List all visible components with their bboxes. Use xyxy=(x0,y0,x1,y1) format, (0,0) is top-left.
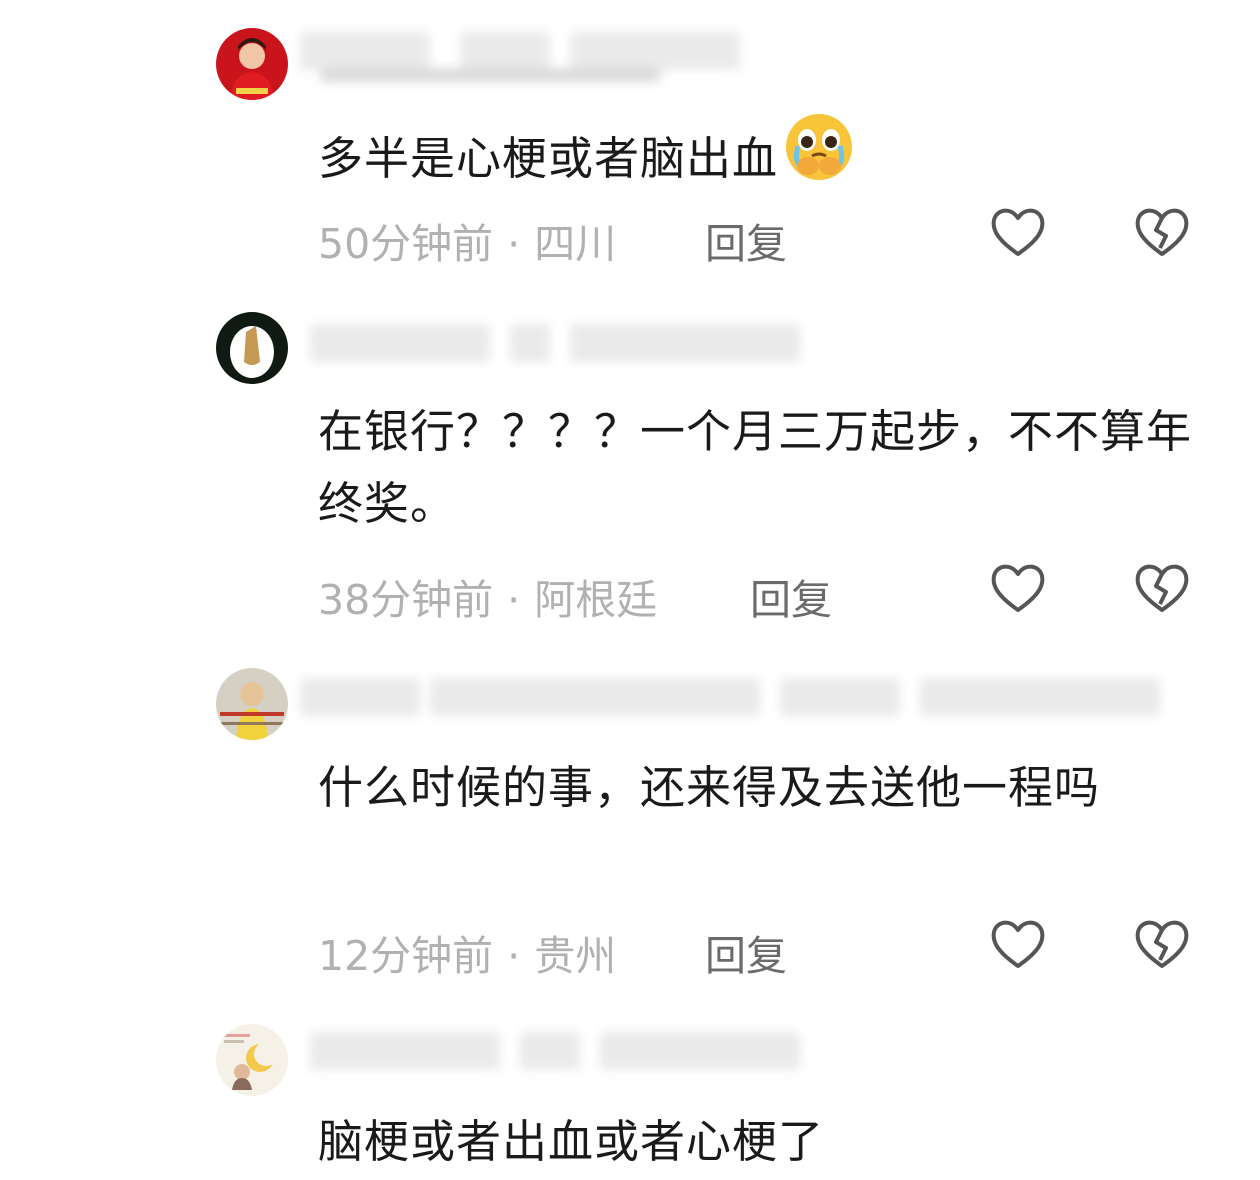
heart-outline-icon[interactable] xyxy=(988,202,1048,262)
heart-outline-icon[interactable] xyxy=(988,558,1048,618)
comment-meta: 50分钟前 · 四川 xyxy=(318,210,616,270)
comment-time: 50分钟前 xyxy=(318,220,494,268)
comment-text: 多半是心梗或者脑出血 xyxy=(318,110,1198,205)
heart-outline-icon[interactable] xyxy=(988,914,1048,974)
crying-face-emoji-icon xyxy=(782,110,856,205)
username-blurred[interactable] xyxy=(300,670,1170,730)
username-blurred[interactable] xyxy=(300,24,860,84)
avatar[interactable] xyxy=(216,28,288,100)
avatar[interactable] xyxy=(216,668,288,740)
comment-time: 12分钟前 xyxy=(318,932,494,980)
separator-dot: · xyxy=(507,220,521,268)
reply-button[interactable]: 回复 xyxy=(705,210,787,270)
comment-location: 贵州 xyxy=(534,932,617,980)
comment-meta: 12分钟前 · 贵州 xyxy=(318,922,616,982)
separator-dot: · xyxy=(507,576,521,624)
comment-text: 什么时候的事，还来得及去送他一程吗 xyxy=(318,761,1101,814)
comment-text: 在银行？？？？一个月三万起步，不不算年终奖。 xyxy=(318,405,1193,530)
comment-location: 阿根廷 xyxy=(534,576,658,624)
comment-text: 脑梗或者出血或者心梗了 xyxy=(318,1115,825,1168)
comment-meta: 38分钟前 · 阿根廷 xyxy=(318,566,657,626)
broken-heart-icon[interactable] xyxy=(1132,914,1192,974)
reply-button[interactable]: 回复 xyxy=(750,566,832,626)
broken-heart-icon[interactable] xyxy=(1132,558,1192,618)
broken-heart-icon[interactable] xyxy=(1132,202,1192,262)
avatar[interactable] xyxy=(216,1024,288,1096)
username-blurred[interactable] xyxy=(300,1024,860,1084)
avatar[interactable] xyxy=(216,312,288,384)
comment-location: 四川 xyxy=(534,220,617,268)
username-blurred[interactable] xyxy=(300,316,860,376)
separator-dot: · xyxy=(507,932,521,980)
reply-button[interactable]: 回复 xyxy=(705,922,787,982)
comment-time: 38分钟前 xyxy=(318,576,494,624)
